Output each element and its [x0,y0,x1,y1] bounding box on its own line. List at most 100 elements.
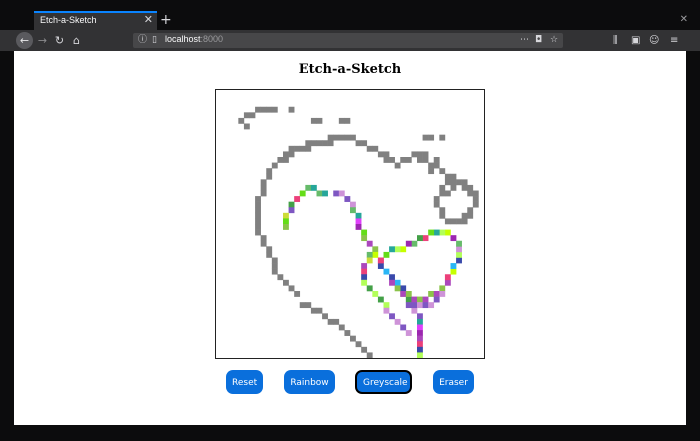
grey-cell[interactable] [439,134,446,141]
rainbow-cell[interactable] [383,302,390,309]
sketch-grid[interactable] [216,90,484,358]
grey-cell[interactable] [338,134,345,141]
grey-cell[interactable] [461,212,468,219]
grey-cell[interactable] [422,157,429,163]
rainbow-cell[interactable] [417,330,423,336]
grey-cell[interactable] [283,151,289,158]
rainbow-cell[interactable] [350,207,356,214]
reload-icon[interactable]: ↻ [51,32,68,49]
sidebar-icon[interactable]: ▣ [631,32,640,49]
grey-cell[interactable] [288,106,295,113]
grey-cell[interactable] [467,212,474,219]
grey-cell[interactable] [310,140,317,147]
grey-cell[interactable] [266,168,273,175]
rainbow-cell[interactable] [338,190,345,197]
grey-cell[interactable] [428,134,435,141]
grey-cell[interactable] [350,134,356,141]
info-icon[interactable]: ⓘ [138,33,147,48]
grey-cell[interactable] [467,184,474,191]
grey-cell[interactable] [461,184,468,191]
grey-cell[interactable] [288,145,295,152]
grey-cell[interactable] [428,168,435,175]
rainbow-cell[interactable] [305,184,312,191]
rainbow-cell[interactable] [361,235,368,242]
grey-cell[interactable] [450,218,457,225]
grey-cell[interactable] [316,117,323,124]
rainbow-cell[interactable] [372,291,379,297]
grey-cell[interactable] [355,140,362,147]
grey-cell[interactable] [461,179,468,186]
rainbow-cell[interactable] [294,196,301,202]
grey-cell[interactable] [433,196,440,202]
rainbow-cell[interactable] [405,240,412,247]
rainbow-cell[interactable] [450,268,457,275]
rainbow-cell[interactable] [428,302,435,309]
grey-cell[interactable] [461,218,468,225]
rainbow-cell[interactable] [283,218,289,225]
grey-cell[interactable] [450,184,457,191]
rainbow-cell[interactable] [450,263,457,269]
new-tab-icon[interactable]: + [160,11,172,29]
grey-cell[interactable] [366,145,373,152]
grey-cell[interactable] [260,179,267,186]
rainbow-cell[interactable] [411,296,418,303]
grey-cell[interactable] [366,352,373,358]
grey-cell[interactable] [271,106,278,113]
grey-cell[interactable] [444,218,451,225]
grey-cell[interactable] [417,157,423,163]
rainbow-cell[interactable] [433,296,440,303]
sketch-board[interactable] [215,89,485,359]
tab-etch-a-sketch[interactable]: Etch-a-Sketch ✕ [34,11,157,30]
library-icon[interactable]: ⫼ [613,32,618,49]
rainbow-cell[interactable] [433,229,440,236]
grey-cell[interactable] [428,162,435,169]
rainbow-cell[interactable] [439,291,446,297]
rainbow-cell[interactable] [444,274,451,281]
rainbow-cell[interactable] [394,246,401,253]
rainbow-cell[interactable] [400,291,407,297]
grey-cell[interactable] [310,117,317,124]
rainbow-cell[interactable] [411,302,418,309]
grey-cell[interactable] [327,318,334,325]
grey-cell[interactable] [444,190,451,197]
rainbow-cell[interactable] [428,291,435,297]
rainbow-cell[interactable] [377,257,384,264]
rainbow-cell[interactable] [361,279,368,286]
rainbow-cell[interactable] [456,246,462,253]
rainbow-cell[interactable] [417,235,423,242]
bookmark-star-icon[interactable]: ☆ [550,33,558,48]
grey-cell[interactable] [305,145,312,152]
menu-icon[interactable]: ≡ [670,32,678,49]
rainbow-cell[interactable] [417,346,423,353]
grey-cell[interactable] [361,346,368,353]
rainbow-cell[interactable] [417,341,423,348]
grey-cell[interactable] [333,134,340,141]
grey-cell[interactable] [439,207,446,214]
rainbow-cell[interactable] [389,246,395,253]
grey-cell[interactable] [467,190,474,197]
rainbow-cell[interactable] [428,229,435,236]
back-arrow-icon[interactable]: ← [16,32,33,49]
rainbow-cell[interactable] [310,184,317,191]
grey-cell[interactable] [327,140,334,147]
grey-cell[interactable] [316,307,323,314]
rainbow-cell[interactable] [333,190,340,197]
rainbow-cell[interactable] [433,291,440,297]
grey-cell[interactable] [444,173,451,180]
rainbow-cell[interactable] [389,313,395,320]
rainbow-cell[interactable] [417,302,423,309]
grey-cell[interactable] [456,179,462,186]
grey-cell[interactable] [277,157,284,163]
grey-cell[interactable] [294,291,301,297]
grey-cell[interactable] [439,190,446,197]
reset-button[interactable]: Reset [226,370,263,394]
rainbow-cell[interactable] [389,279,395,286]
rainbow-cell[interactable] [394,318,401,325]
grey-cell[interactable] [305,302,312,309]
grey-cell[interactable] [322,313,328,320]
rainbow-cell[interactable] [417,324,423,331]
window-close-icon[interactable]: ✕ [680,14,688,25]
grey-cell[interactable] [260,235,267,242]
grey-cell[interactable] [383,157,390,163]
grey-cell[interactable] [299,145,306,152]
